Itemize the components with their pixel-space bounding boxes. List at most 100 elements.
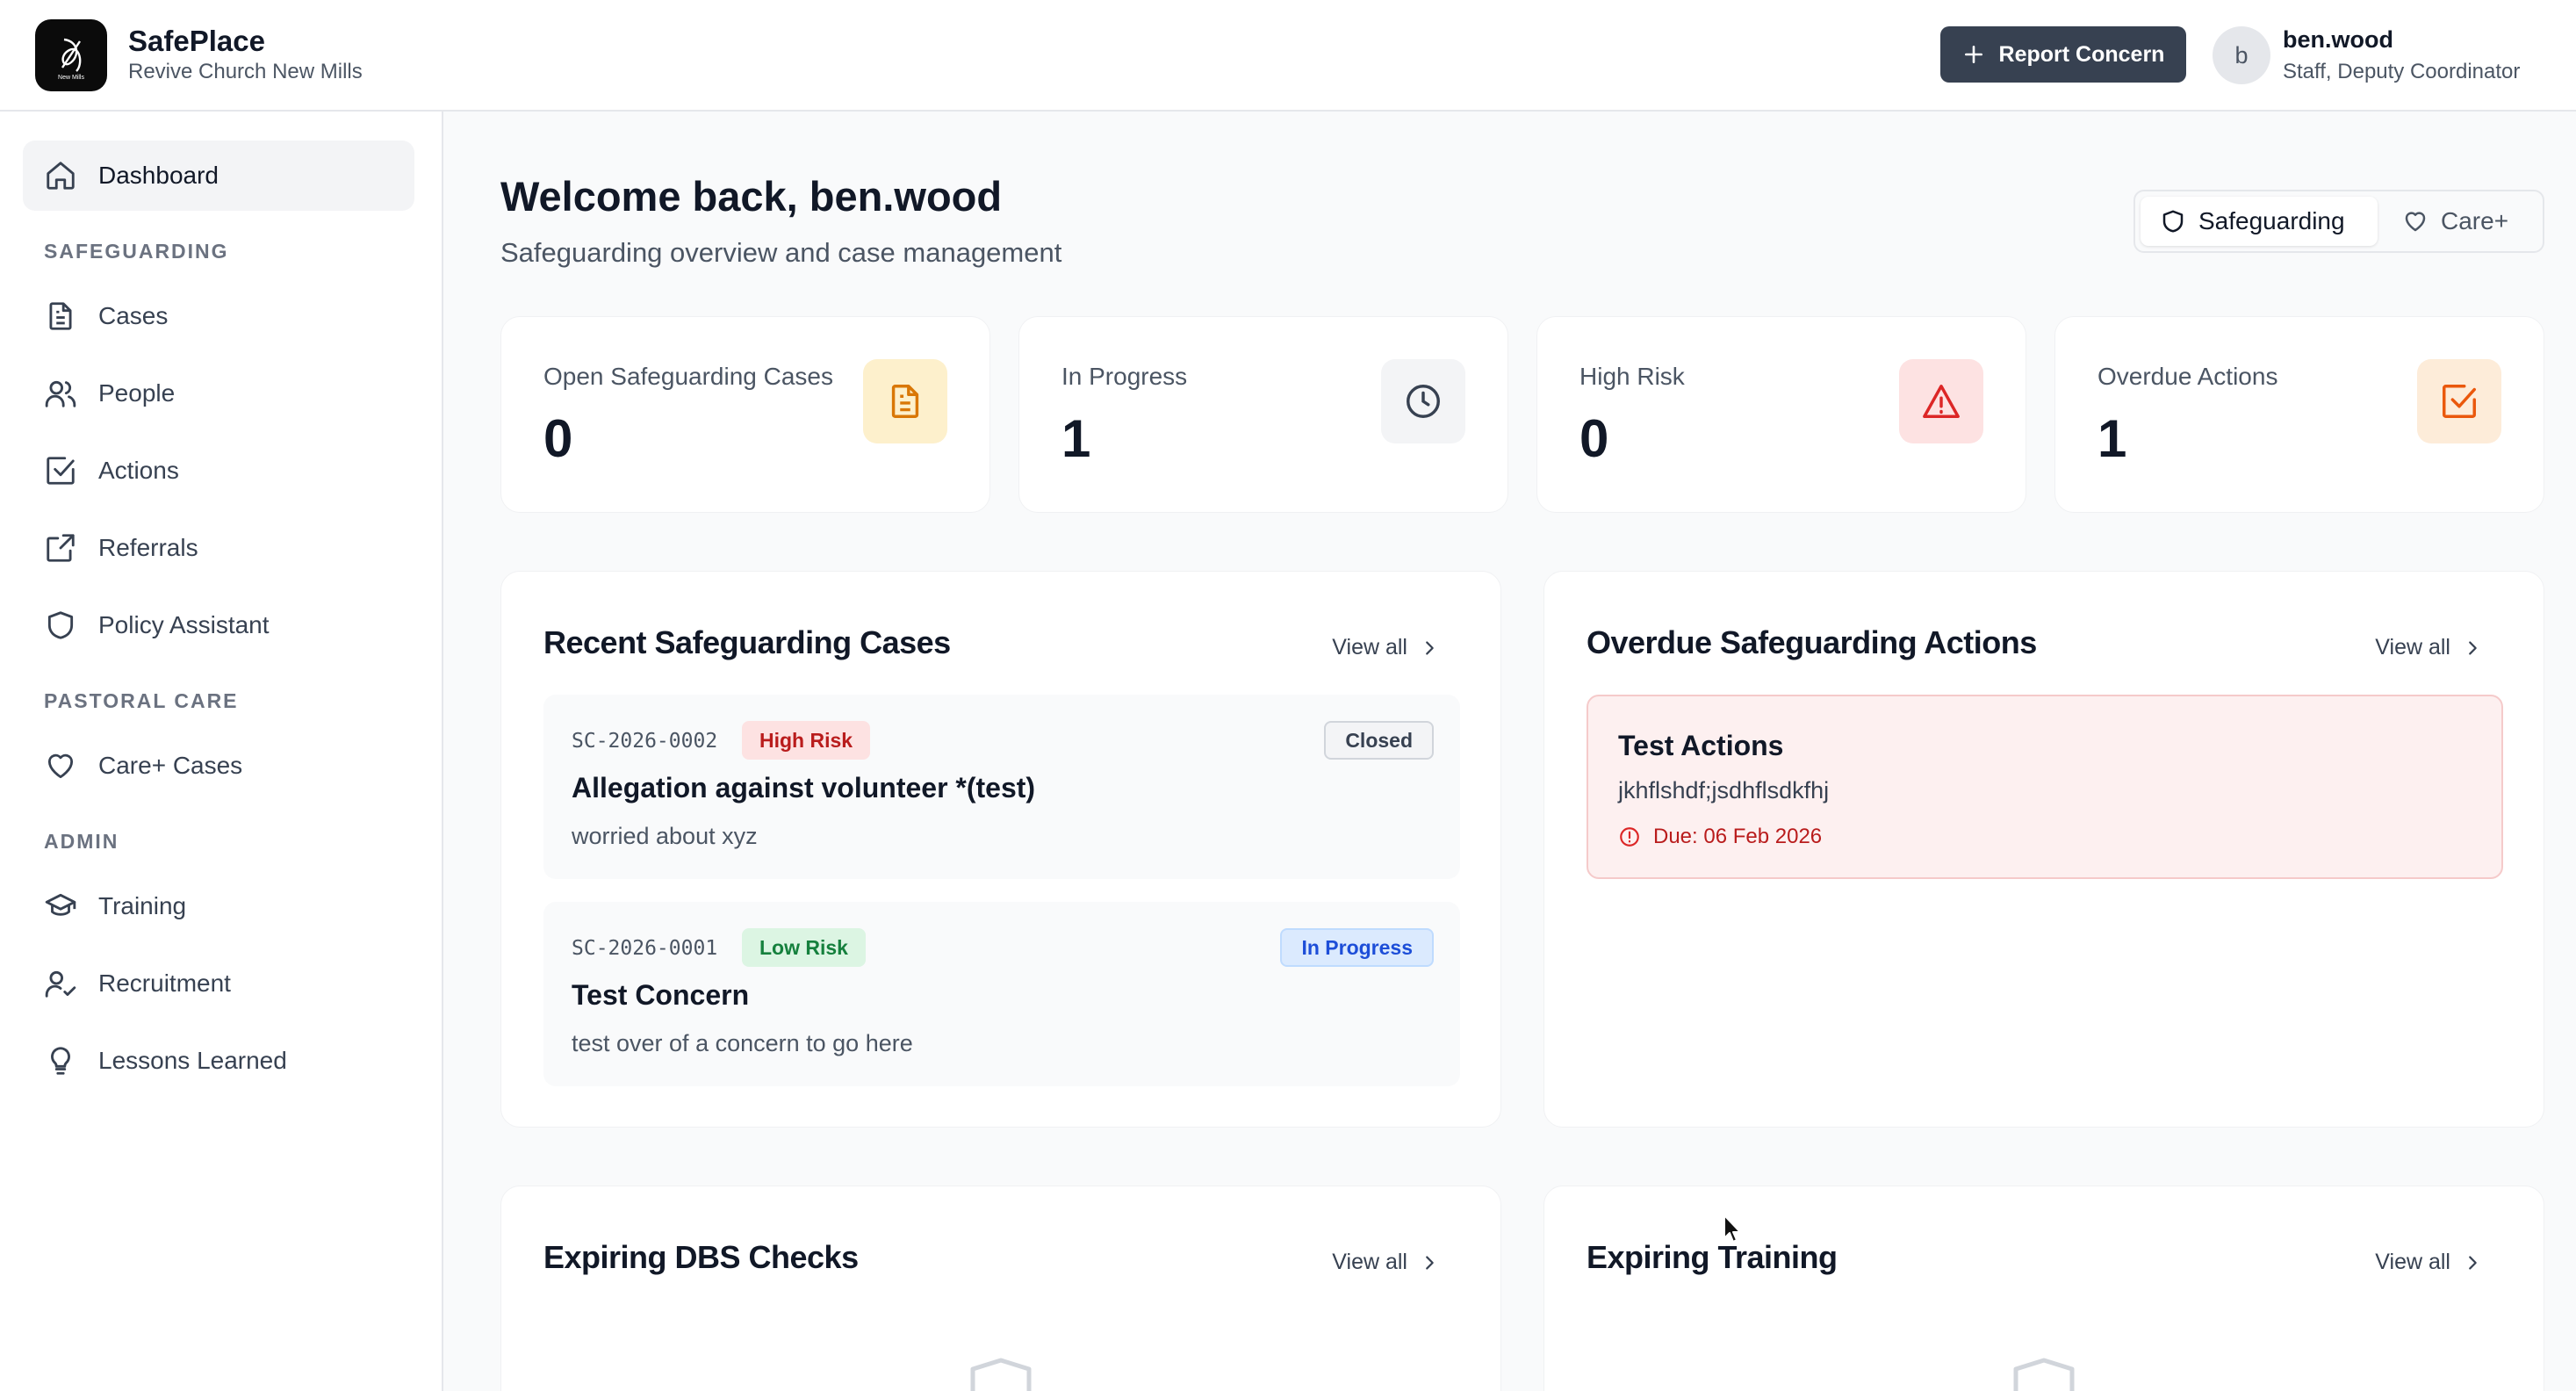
home-icon — [47, 162, 75, 190]
case-title: Test Concern — [572, 979, 750, 1011]
shield-icon — [47, 611, 74, 639]
graduation-cap-icon — [45, 893, 76, 916]
mouse-cursor-icon — [1723, 1214, 1741, 1243]
risk-badge: Low Risk — [742, 928, 866, 967]
stat-value: 1 — [2097, 409, 2127, 468]
sidebar-item-referrals[interactable]: Referrals — [23, 513, 414, 583]
case-reference: SC-2026-0001 — [572, 937, 718, 960]
mode-switch: Safeguarding Care+ — [2133, 190, 2544, 253]
sidebar-item-label: Policy Assistant — [98, 611, 270, 638]
sidebar-item-label: Care+ Cases — [98, 752, 243, 779]
section-heading-admin: ADMIN — [44, 830, 119, 853]
report-concern-button[interactable]: Report Concern — [1940, 26, 2186, 83]
chevron-right-icon — [1426, 1255, 1434, 1270]
panel-title: Overdue Safeguarding Actions — [1587, 624, 2037, 660]
mode-care-plus-button[interactable]: Care+ — [2383, 197, 2539, 246]
app-logo[interactable]: New Mills — [35, 19, 107, 91]
case-description: test over of a concern to go here — [572, 1030, 913, 1056]
mode-safeguarding-button[interactable]: Safeguarding — [2141, 197, 2378, 246]
sidebar-item-policy-assistant[interactable]: Policy Assistant — [23, 590, 414, 660]
recent-cases-panel: Recent Safeguarding Cases View all SC-20… — [500, 571, 1501, 1128]
alert-circle-icon — [1620, 827, 1639, 847]
app-name: SafePlace — [128, 25, 265, 57]
stat-label: Open Safeguarding Cases — [543, 363, 833, 390]
sidebar-item-label: Actions — [98, 457, 179, 484]
overdue-actions-panel: Overdue Safeguarding Actions View all Te… — [1543, 571, 2544, 1128]
stat-value: 1 — [1061, 409, 1091, 468]
heart-icon — [2405, 212, 2426, 232]
report-concern-label: Report Concern — [1998, 41, 2165, 67]
stat-label: High Risk — [1579, 363, 1685, 390]
sidebar-item-dashboard[interactable]: Dashboard — [23, 141, 414, 211]
checkbox-icon — [47, 457, 75, 485]
stat-icon-container — [863, 359, 947, 443]
sidebar-item-care-plus-cases[interactable]: Care+ Cases — [23, 731, 414, 801]
stat-label: In Progress — [1061, 363, 1188, 390]
stat-card-high-risk[interactable]: High Risk 0 — [1536, 316, 2026, 513]
sidebar-item-label: Recruitment — [98, 969, 231, 997]
action-due-date: Due: 06 Feb 2026 — [1618, 825, 1822, 849]
logo-mark-icon: New Mills — [58, 38, 84, 81]
avatar[interactable]: b — [2213, 26, 2270, 84]
view-all-label: View all — [1332, 1250, 1407, 1274]
shield-icon — [2162, 210, 2184, 233]
stat-card-in-progress[interactable]: In Progress 1 — [1018, 316, 1508, 513]
stat-value: 0 — [543, 409, 573, 468]
stat-card-overdue-actions[interactable]: Overdue Actions 1 — [2054, 316, 2544, 513]
section-heading-pastoral-care: PASTORAL CARE — [44, 689, 239, 712]
top-bar: New Mills SafePlace Revive Church New Mi… — [0, 0, 2576, 112]
view-all-cases-link[interactable]: View all — [1332, 635, 1439, 660]
sidebar-item-people[interactable]: People — [23, 358, 414, 429]
mode-label: Care+ — [2441, 207, 2509, 234]
sidebar-item-actions[interactable]: Actions — [23, 436, 414, 506]
stat-icon-container — [1899, 359, 1983, 443]
page-subtitle: Safeguarding overview and case managemen… — [500, 237, 1062, 268]
action-description: jkhflshdf;jsdhflsdkfhj — [1618, 777, 1830, 804]
panel-title: Recent Safeguarding Cases — [543, 624, 951, 660]
sidebar-item-cases[interactable]: Cases — [23, 281, 414, 351]
shield-icon — [970, 1358, 1032, 1391]
due-label: Due: 06 Feb 2026 — [1653, 825, 1823, 848]
sidebar-item-label: Dashboard — [98, 162, 219, 189]
external-link-icon — [47, 534, 75, 562]
chevron-right-icon — [2469, 640, 2477, 655]
chevron-right-icon — [2469, 1255, 2477, 1270]
user-name[interactable]: ben.wood — [2283, 26, 2393, 54]
checkbox-icon — [2443, 385, 2476, 418]
clock-icon — [1407, 385, 1440, 418]
chevron-right-icon — [1426, 640, 1434, 655]
view-all-label: View all — [2375, 1250, 2450, 1274]
sidebar-item-training[interactable]: Training — [23, 871, 414, 941]
case-list-item[interactable]: SC-2026-0001 Low Risk In Progress Test C… — [543, 902, 1460, 1086]
panel-title: Expiring DBS Checks — [543, 1239, 859, 1275]
overdue-action-item[interactable]: Test Actions jkhflshdf;jsdhflsdkfhj Due:… — [1587, 695, 2503, 879]
users-icon — [45, 380, 76, 407]
svg-text:New Mills: New Mills — [58, 75, 84, 81]
stat-card-open-cases[interactable]: Open Safeguarding Cases 0 — [500, 316, 990, 513]
view-all-training-link[interactable]: View all — [2375, 1250, 2482, 1275]
sidebar-item-label: Cases — [98, 302, 169, 329]
lightbulb-icon — [51, 1047, 70, 1075]
risk-badge: High Risk — [742, 721, 871, 760]
sidebar-item-lessons-learned[interactable]: Lessons Learned — [23, 1026, 414, 1096]
shield-icon — [2013, 1358, 2075, 1391]
plus-icon — [1964, 46, 1982, 63]
heart-icon — [47, 753, 74, 779]
page-title: Welcome back, ben.wood — [500, 173, 1003, 220]
panel-title: Expiring Training — [1587, 1239, 1838, 1275]
section-heading-safeguarding: SAFEGUARDING — [44, 240, 229, 263]
view-all-actions-link[interactable]: View all — [2375, 635, 2482, 660]
sidebar-item-label: People — [98, 379, 176, 407]
stat-icon-container — [2417, 359, 2501, 443]
user-role: Staff, Deputy Coordinator — [2283, 60, 2521, 83]
sidebar-item-recruitment[interactable]: Recruitment — [23, 948, 414, 1019]
sidebar-item-label: Lessons Learned — [98, 1047, 287, 1074]
stat-label: Overdue Actions — [2097, 363, 2278, 390]
document-icon — [49, 302, 72, 330]
organisation-name: Revive Church New Mills — [128, 60, 363, 83]
view-all-dbs-link[interactable]: View all — [1332, 1250, 1439, 1275]
view-all-label: View all — [2375, 635, 2450, 659]
status-badge: Closed — [1324, 721, 1434, 760]
case-list-item[interactable]: SC-2026-0002 High Risk Closed Allegation… — [543, 695, 1460, 879]
stat-icon-container — [1381, 359, 1465, 443]
